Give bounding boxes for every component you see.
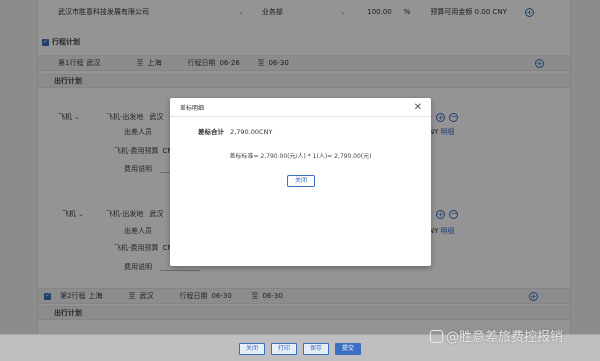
save-button[interactable]: 保存: [303, 343, 329, 355]
close-icon[interactable]: [414, 102, 422, 113]
modal-title: 差标明细: [180, 104, 205, 112]
submit-button[interactable]: 提交: [335, 343, 361, 355]
standard-detail-modal: 差标明细 差标合计 2,790.00CNY 差标标准= 2,790.00(元/人…: [170, 98, 431, 266]
wechat-icon: [430, 330, 443, 343]
watermark: @胜意差旅费控报销: [430, 326, 563, 345]
total-label: 差标合计: [198, 128, 224, 136]
total-line: 差标合计 2,790.00CNY: [198, 126, 272, 136]
modal-close-button[interactable]: 关闭: [287, 175, 315, 187]
modal-header: 差标明细: [170, 98, 431, 117]
formula-text: 差标标准= 2,790.00(元/人) * 1(人)= 2,790.00(元): [229, 153, 372, 160]
total-value: 2,790.00CNY: [230, 128, 273, 136]
close-button[interactable]: 关闭: [239, 343, 265, 355]
print-button[interactable]: 打印: [271, 343, 297, 355]
watermark-text: @胜意差旅费控报销: [446, 330, 564, 345]
